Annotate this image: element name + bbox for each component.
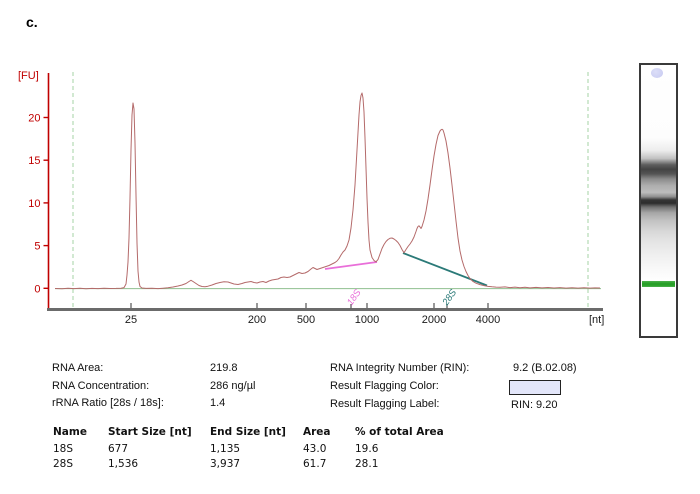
flag-color-swatch [509,380,561,395]
rrna-ratio-value: 1.4 [210,397,226,409]
col-header-end: End Size [nt] [210,426,286,438]
x-tick-label-2000: 2000 [422,314,446,326]
28s-peak-label: 28S [440,287,460,309]
y-tick-label-20: 20 [28,113,40,125]
flag-label-label: Result Flagging Label: [330,398,440,410]
y-axis-title: [FU] [18,70,39,82]
y-tick-label-0: 0 [34,283,40,295]
x-tick-label-500: 500 [297,314,315,326]
y-tick-label-10: 10 [28,198,40,210]
bioanalyzer-report-page: c. [FU] 0 5 10 15 20 25 200 500 1000 2000 4000 [nt] 1… [0,0,700,494]
table-row-18s-area: 43.0 [303,443,327,455]
28S-baseline-region-line [402,252,488,287]
gel-well-dot [651,68,663,78]
y-tick-label-15: 15 [28,155,40,167]
gel-marker-band [642,281,675,287]
rna-concentration-label: RNA Concentration: [52,380,150,392]
rin-value: 9.2 (B.02.08) [513,362,577,374]
col-header-area: Area [303,426,331,438]
gel-band-smear [641,65,676,336]
col-header-start: Start Size [nt] [108,426,192,438]
18s-peak-label: 18S [345,287,364,308]
rna-area-label: RNA Area: [52,362,104,374]
rna-area-value: 219.8 [210,362,238,374]
flag-color-label: Result Flagging Color: [330,380,439,392]
rin-label: RNA Integrity Number (RIN): [330,362,470,374]
table-row-18s-end: 1,135 [210,443,241,455]
table-row-18s-pct: 19.6 [355,443,379,455]
x-tick-label-25: 25 [125,314,137,326]
table-row-28s-area: 61.7 [303,458,327,470]
col-header-name: Name [53,426,87,438]
x-tick-label-1000: 1000 [355,314,379,326]
gel-lane [639,63,678,338]
fluorescence-trace [54,92,601,290]
x-tick-label-4000: 4000 [476,314,500,326]
table-row-28s-pct: 28.1 [355,458,379,470]
rrna-ratio-label: rRNA Ratio [28s / 18s]: [52,397,164,409]
rna-concentration-value: 286 ng/µl [210,380,256,392]
flag-label-value: RIN: 9.20 [511,399,558,411]
table-row-28s-start: 1,536 [108,458,139,470]
col-header-pct: % of total Area [355,426,444,438]
x-axis-title: [nt] [589,314,604,326]
x-tick-label-200: 200 [248,314,266,326]
table-row-28s-end: 3,937 [210,458,241,470]
table-row-18s-start: 677 [108,443,129,455]
table-row-28s-name: 28S [53,458,74,470]
y-tick-label-5: 5 [34,241,40,253]
table-row-18s-name: 18S [53,443,74,455]
electropherogram-chart: [FU] 0 5 10 15 20 25 200 500 1000 2000 4000 [nt] 18S 2… [18,70,604,326]
